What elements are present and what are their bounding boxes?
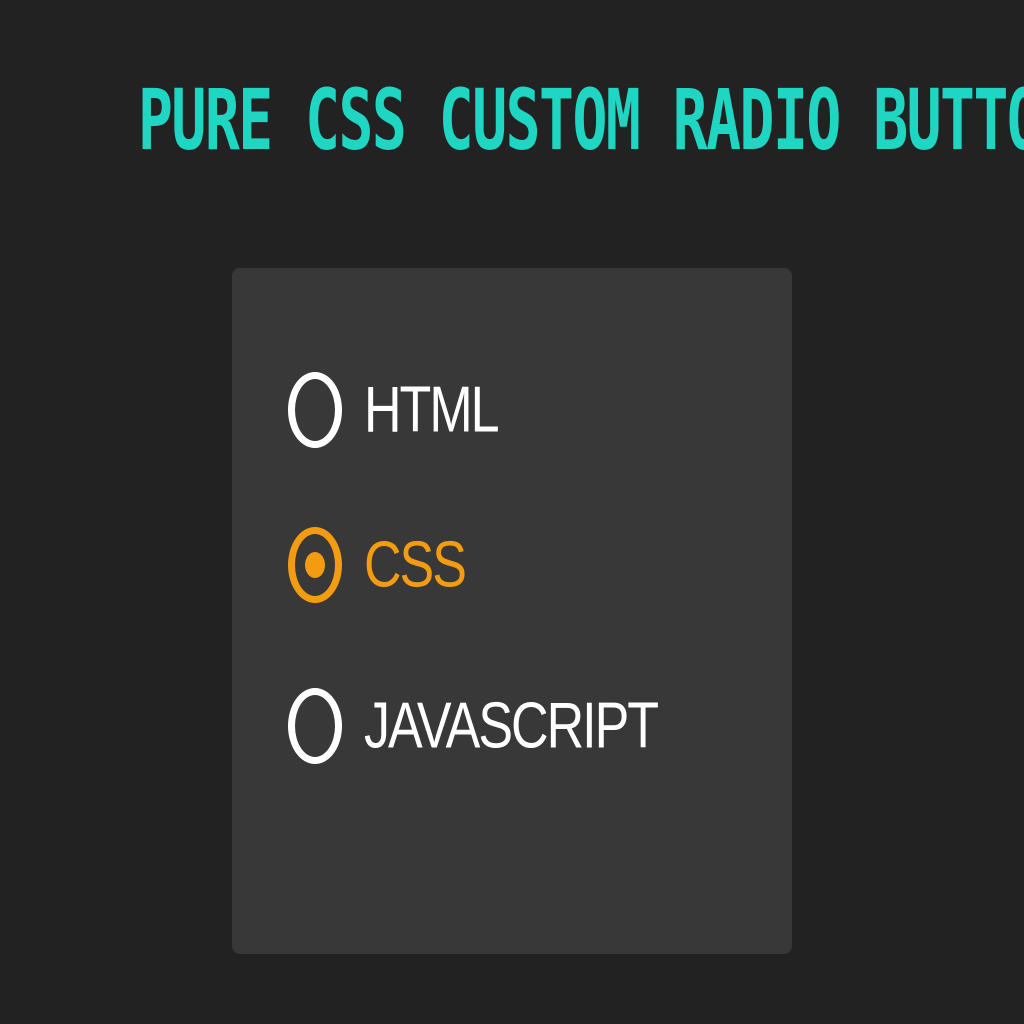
radio-option-css[interactable]: CSS [288,525,467,605]
radio-button-html[interactable] [288,372,342,448]
radio-button-javascript[interactable] [288,688,342,764]
page-title: PURE CSS CUSTOM RADIO BUTTON [138,70,1024,170]
radio-label-css[interactable]: CSS [364,533,467,598]
radio-label-html[interactable]: HTML [364,378,500,443]
radio-option-html[interactable]: HTML [288,370,500,450]
radio-group-panel: HTML CSS JAVASCRIPT [232,268,792,954]
radio-dot-css [305,552,325,578]
radio-button-css[interactable] [288,527,342,603]
radio-dot-html [305,397,325,423]
radio-option-javascript[interactable]: JAVASCRIPT [288,686,659,766]
radio-label-javascript[interactable]: JAVASCRIPT [364,694,659,759]
radio-dot-javascript [305,713,325,739]
